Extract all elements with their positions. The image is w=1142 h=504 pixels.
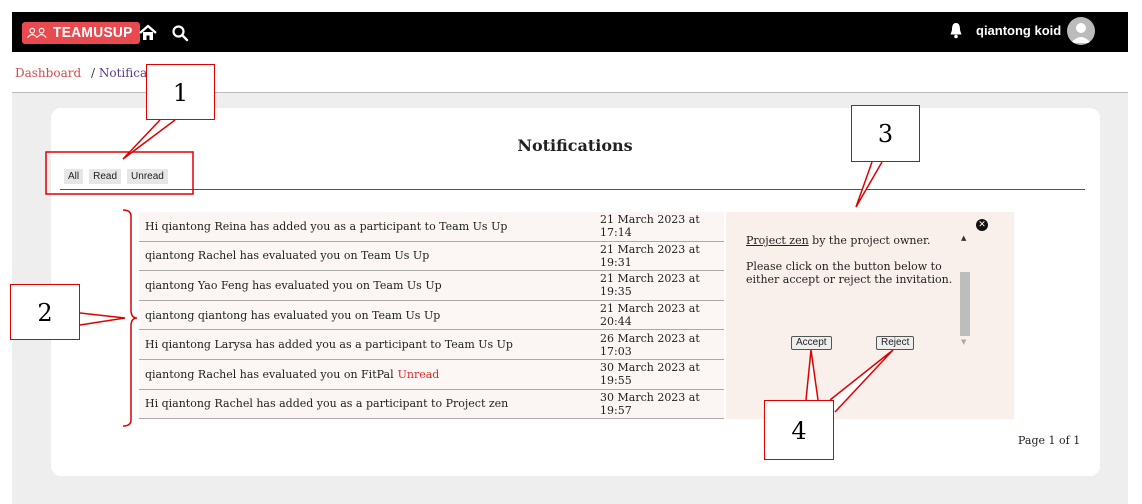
brand-logo[interactable]: TEAMUSUP	[22, 22, 140, 44]
scroll-up-icon[interactable]: ▲	[961, 234, 966, 242]
notification-date: 21 March 2023 at 19:31	[600, 242, 700, 269]
search-icon[interactable]	[170, 23, 190, 43]
notification-date: 30 March 2023 at 19:57	[600, 390, 700, 417]
scroll-thumb[interactable]	[960, 272, 970, 336]
annotation-4: 4	[764, 400, 834, 460]
breadcrumb-separator: /	[90, 66, 96, 80]
username[interactable]: qiantong koid	[976, 23, 1061, 38]
notification-row[interactable]: qiantong Yao Feng has evaluated you on T…	[139, 271, 724, 301]
notification-text: qiantong Rachel has evaluated you on Tea…	[145, 249, 430, 263]
scroll-down-icon[interactable]: ▼	[961, 338, 966, 346]
filter-all-button[interactable]: All	[64, 169, 84, 184]
notification-date: 26 March 2023 at 17:03	[600, 331, 700, 358]
accept-button[interactable]: Accept	[791, 336, 832, 350]
logo-mark-icon	[27, 27, 47, 39]
home-icon[interactable]	[138, 23, 158, 43]
notification-row[interactable]: Hi qiantong Reina has added you as a par…	[139, 212, 724, 242]
project-link[interactable]: Project zen	[746, 234, 809, 247]
top-nav-bar: TEAMUSUP qiantong koid	[12, 12, 1128, 52]
logo-text: TEAMUSUP	[53, 24, 134, 41]
pagination-label: Page 1 of 1	[1018, 434, 1081, 447]
filter-divider	[60, 189, 1085, 190]
notification-row[interactable]: Hi qiantong Larysa has added you as a pa…	[139, 330, 724, 360]
page-title: Notifications	[0, 136, 1142, 155]
bell-icon[interactable]	[949, 22, 963, 40]
notification-date: 21 March 2023 at 17:14	[600, 213, 700, 240]
breadcrumb-dashboard-link[interactable]: Dashboard	[15, 66, 81, 80]
annotation-2: 2	[10, 284, 80, 340]
notification-text: Hi qiantong Rachel has added you as a pa…	[145, 397, 509, 411]
filter-unread-button[interactable]: Unread	[127, 169, 168, 184]
avatar-icon	[1071, 23, 1091, 43]
notification-list: Hi qiantong Reina has added you as a par…	[139, 212, 724, 420]
annotation-1: 1	[146, 64, 215, 120]
notification-text: qiantong Yao Feng has evaluated you on T…	[145, 278, 442, 292]
annotation-3: 3	[851, 105, 920, 162]
close-icon[interactable]: ✕	[976, 219, 988, 231]
notification-row[interactable]: qiantong Rachel has evaluated you on Tea…	[139, 241, 724, 272]
notification-date: 30 March 2023 at 19:55	[600, 361, 700, 388]
reject-button[interactable]: Reject	[876, 336, 915, 350]
notification-text: Hi qiantong Reina has added you as a par…	[145, 219, 508, 233]
page-title-text: Notifications	[517, 136, 633, 155]
notification-text: Hi qiantong Larysa has added you as a pa…	[145, 338, 513, 352]
notification-detail-panel: ✕ Project zen by the project owner. Plea…	[726, 212, 1014, 419]
detail-message: Project zen by the project owner. Please…	[746, 234, 956, 286]
unread-label: Unread	[397, 367, 440, 381]
filter-tabs: All Read Unread	[64, 169, 168, 184]
notification-row[interactable]: qiantong qiantong has evaluated you on T…	[139, 300, 724, 331]
notification-row[interactable]: Hi qiantong Rachel has added you as a pa…	[139, 389, 724, 420]
notification-text: qiantong qiantong has evaluated you on T…	[145, 308, 441, 322]
notification-date: 21 March 2023 at 20:44	[600, 302, 700, 329]
notification-date: 21 March 2023 at 19:35	[600, 272, 700, 299]
detail-scrollbar[interactable]: ▲ ▼	[959, 234, 971, 350]
filter-read-button[interactable]: Read	[89, 169, 122, 184]
notification-text: qiantong Rachel has evaluated you on Fit…	[145, 367, 394, 381]
detail-line1-suffix: by the project owner.	[808, 234, 931, 247]
detail-instruction: Please click on the button below to eith…	[746, 260, 953, 286]
notification-row[interactable]: qiantong Rachel has evaluated you on Fit…	[139, 359, 724, 390]
avatar[interactable]	[1067, 17, 1095, 45]
